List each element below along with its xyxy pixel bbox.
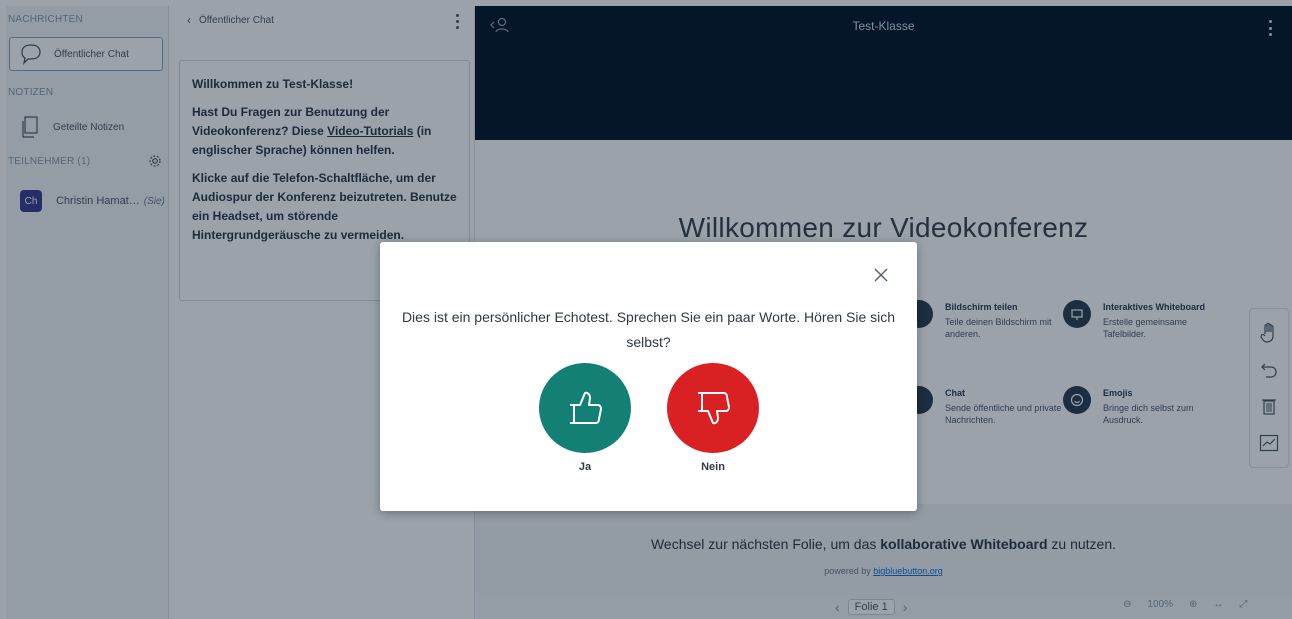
- thumbs-down-circle[interactable]: [667, 363, 759, 453]
- echo-no-button[interactable]: Nein: [667, 363, 759, 473]
- thumbs-down-icon: [698, 392, 730, 425]
- echo-yes-button[interactable]: Ja: [539, 363, 631, 473]
- thumbs-up-circle[interactable]: [539, 363, 631, 453]
- close-icon[interactable]: [873, 267, 889, 283]
- echo-no-label: Nein: [701, 461, 725, 473]
- echo-test-question: Dies ist ein persönlicher Echotest. Spre…: [401, 309, 896, 350]
- echo-yes-label: Ja: [578, 461, 592, 473]
- echo-test-modal: Dies ist ein persönlicher Echotest. Spre…: [380, 242, 917, 511]
- thumbs-up-icon: [570, 391, 602, 424]
